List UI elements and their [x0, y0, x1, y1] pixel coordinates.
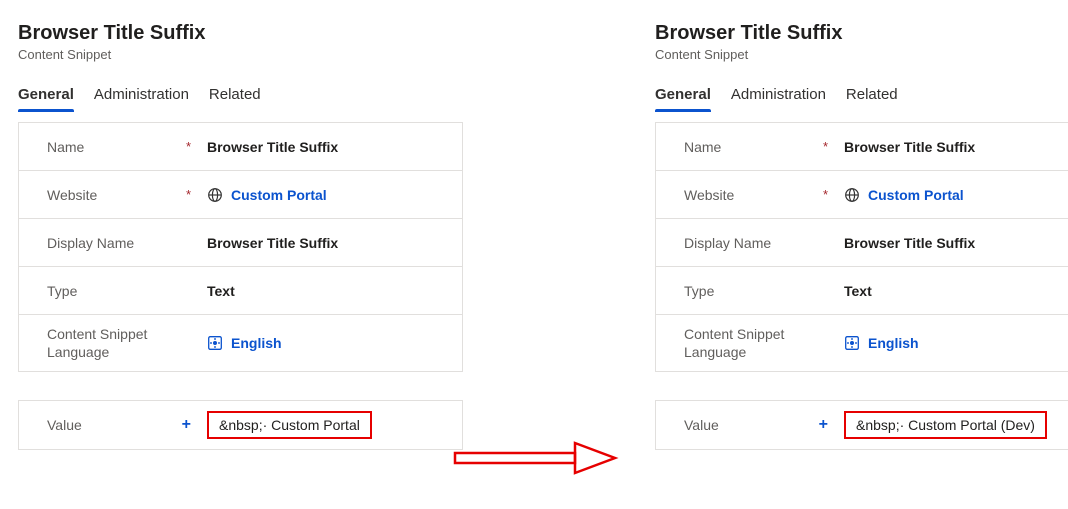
field-row-name: Name * Browser Title Suffix [656, 123, 1068, 171]
value-field[interactable]: &nbsp;· Custom Portal [207, 411, 446, 439]
recommended-indicator: + [819, 417, 832, 433]
value-highlight-box: &nbsp;· Custom Portal [207, 411, 372, 439]
tab-general[interactable]: General [18, 80, 74, 111]
field-label: Value + [47, 417, 207, 433]
label-name: Name [684, 139, 721, 155]
language-value: English [231, 335, 282, 351]
tab-administration[interactable]: Administration [731, 80, 826, 111]
type-value: Text [207, 283, 235, 299]
general-section: Name * Browser Title Suffix Website * Cu… [18, 122, 463, 372]
field-label: Type [47, 283, 207, 299]
field-label: Content Snippet Language [684, 325, 844, 361]
required-indicator: * [186, 139, 195, 154]
label-display-name: Display Name [47, 235, 134, 251]
entity-type-label: Content Snippet [18, 47, 463, 62]
field-row-language: Content Snippet Language English [19, 315, 462, 372]
display-name-value: Browser Title Suffix [207, 235, 338, 251]
label-website: Website [47, 187, 97, 203]
field-label: Type [684, 283, 844, 299]
name-value: Browser Title Suffix [207, 139, 338, 155]
required-indicator: * [186, 187, 195, 202]
tab-related[interactable]: Related [846, 80, 898, 111]
field-row-website: Website * Custom Portal [656, 171, 1068, 219]
page-title: Browser Title Suffix [655, 22, 1068, 45]
label-display-name: Display Name [684, 235, 771, 251]
field-row-display-name: Display Name Browser Title Suffix [19, 219, 462, 267]
required-indicator: * [823, 139, 832, 154]
field-row-value: Value + &nbsp;· Custom Portal (Dev) [655, 400, 1068, 450]
tab-administration[interactable]: Administration [94, 80, 189, 111]
language-icon [207, 335, 223, 351]
field-label: Name * [684, 139, 844, 155]
label-type: Type [47, 283, 77, 299]
label-type: Type [684, 283, 714, 299]
field-row-display-name: Display Name Browser Title Suffix [656, 219, 1068, 267]
arrow-icon [450, 438, 620, 478]
record-panel-left: Browser Title Suffix Content Snippet Gen… [18, 22, 463, 450]
display-name-field[interactable]: Browser Title Suffix [207, 235, 446, 251]
label-language: Content Snippet Language [684, 325, 832, 361]
field-label: Website * [684, 187, 844, 203]
required-indicator: * [823, 187, 832, 202]
type-field[interactable]: Text [207, 283, 446, 299]
general-section: Name * Browser Title Suffix Website * Cu… [655, 122, 1068, 372]
field-label: Website * [47, 187, 207, 203]
field-row-name: Name * Browser Title Suffix [19, 123, 462, 171]
language-lookup[interactable]: English [207, 335, 446, 351]
field-row-value: Value + &nbsp;· Custom Portal [18, 400, 463, 450]
field-label: Name * [47, 139, 207, 155]
language-lookup[interactable]: English [844, 335, 1068, 351]
website-lookup[interactable]: Custom Portal [207, 187, 446, 203]
entity-type-label: Content Snippet [655, 47, 1068, 62]
name-field[interactable]: Browser Title Suffix [207, 139, 446, 155]
field-row-website: Website * Custom Portal [19, 171, 462, 219]
tabs: General Administration Related [655, 80, 1068, 112]
website-value: Custom Portal [231, 187, 327, 203]
display-name-field[interactable]: Browser Title Suffix [844, 235, 1068, 251]
display-name-value: Browser Title Suffix [844, 235, 975, 251]
label-value: Value [47, 417, 82, 433]
value-field[interactable]: &nbsp;· Custom Portal (Dev) [844, 411, 1068, 439]
tab-related[interactable]: Related [209, 80, 261, 111]
language-icon [844, 335, 860, 351]
language-value: English [868, 335, 919, 351]
name-value: Browser Title Suffix [844, 139, 975, 155]
type-field[interactable]: Text [844, 283, 1068, 299]
page-title: Browser Title Suffix [18, 22, 463, 45]
value-highlight-box: &nbsp;· Custom Portal (Dev) [844, 411, 1047, 439]
field-row-language: Content Snippet Language English [656, 315, 1068, 372]
website-value: Custom Portal [868, 187, 964, 203]
field-label: Content Snippet Language [47, 325, 207, 361]
type-value: Text [844, 283, 872, 299]
field-row-type: Type Text [19, 267, 462, 315]
recommended-indicator: + [182, 417, 195, 433]
field-row-type: Type Text [656, 267, 1068, 315]
record-panel-right: Browser Title Suffix Content Snippet Gen… [655, 22, 1068, 450]
globe-icon [207, 187, 223, 203]
label-language: Content Snippet Language [47, 325, 195, 361]
tab-general[interactable]: General [655, 80, 711, 111]
globe-icon [844, 187, 860, 203]
label-website: Website [684, 187, 734, 203]
name-field[interactable]: Browser Title Suffix [844, 139, 1068, 155]
field-label: Display Name [47, 235, 207, 251]
field-label: Display Name [684, 235, 844, 251]
website-lookup[interactable]: Custom Portal [844, 187, 1068, 203]
label-name: Name [47, 139, 84, 155]
field-label: Value + [684, 417, 844, 433]
tabs: General Administration Related [18, 80, 463, 112]
label-value: Value [684, 417, 719, 433]
